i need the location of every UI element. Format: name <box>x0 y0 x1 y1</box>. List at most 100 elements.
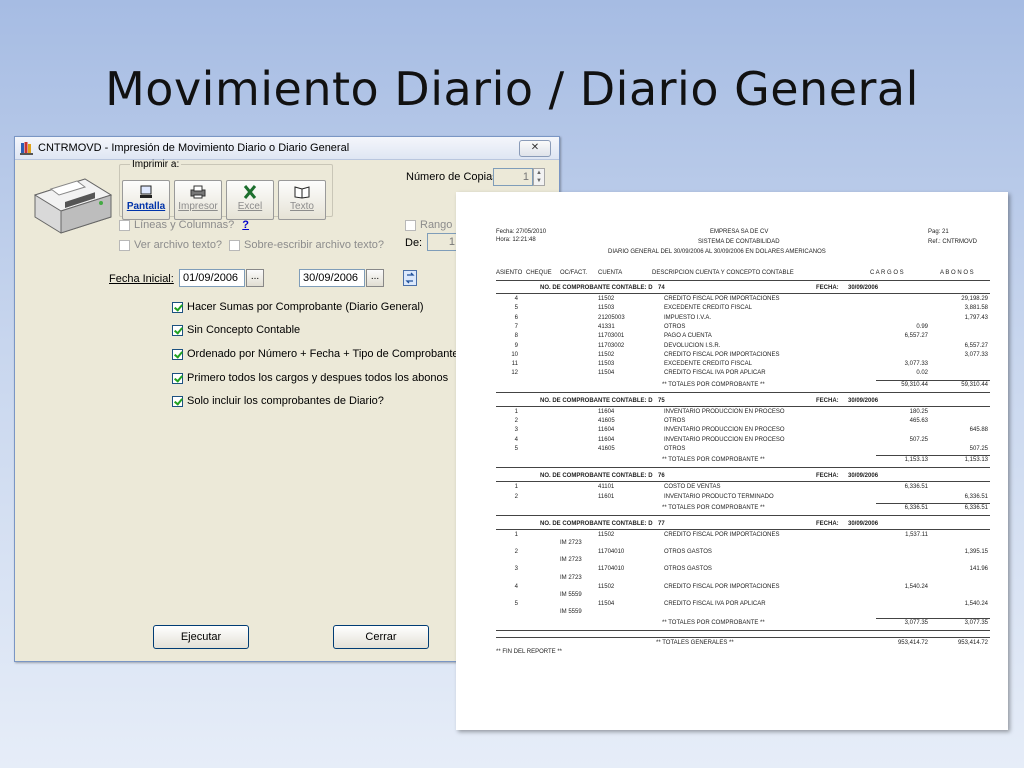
fecha-final-input[interactable]: 30/09/2006 <box>299 269 365 287</box>
ordenado-checkbox[interactable]: Ordenado por Número + Fecha + Tipo de Co… <box>172 348 459 360</box>
print-to-legend: Imprimir a: <box>132 159 180 170</box>
section-end-rule <box>496 514 990 516</box>
table-row-descripcion: CREDITO FISCAL POR IMPORTACIONES <box>664 531 780 538</box>
table-row-asiento: 7 <box>514 323 518 330</box>
col-oc-fact: OC/FACT. <box>560 270 588 276</box>
table-row-cuenta: 11504 <box>598 601 615 607</box>
sin-concepto-checkbox[interactable]: Sin Concepto Contable <box>172 324 300 336</box>
report-title: DIARIO GENERAL DEL 30/09/2006 AL 30/09/2… <box>608 249 826 255</box>
rango-box <box>405 219 416 231</box>
hacer-sumas-box <box>172 301 183 313</box>
table-row-cuenta: 11601 <box>598 493 615 500</box>
table-row-asiento: 2 <box>514 418 518 424</box>
excel-button[interactable]: Excel <box>226 180 274 220</box>
table-row-descripcion: PAGO A CUENTA <box>664 333 712 340</box>
close-button[interactable]: ✕ <box>519 140 551 157</box>
fecha-final-picker-button[interactable]: ... <box>366 269 384 287</box>
table-row-asiento: 6 <box>514 314 518 321</box>
table-row-cuenta: 11704010 <box>598 549 625 556</box>
col-cuenta: CUENTA <box>598 270 623 276</box>
ver-archivo-checkbox[interactable]: Ver archivo texto? <box>119 239 222 251</box>
section-rule <box>496 528 990 530</box>
spin-down-icon: ▼ <box>536 178 542 184</box>
printer-icon <box>190 185 206 199</box>
table-row-cuenta: 11703002 <box>598 342 625 349</box>
total-cargo: 59,310.44 <box>901 381 928 388</box>
table-row-asiento: 5 <box>514 445 518 452</box>
col-cheque: CHEQUE <box>526 270 552 276</box>
ver-archivo-label: Ver archivo texto? <box>134 239 223 251</box>
copies-label: Número de Copias: <box>406 171 501 183</box>
total-abono: 1,153.13 <box>964 457 988 464</box>
comprobante-fecha-label: FECHA: <box>816 285 839 291</box>
pantalla-label: Pantalla <box>126 201 166 212</box>
table-row-cuenta: 11604 <box>598 436 615 443</box>
table-row-asiento: 4 <box>514 583 518 590</box>
sin-concepto-box <box>172 324 183 336</box>
sobre-escribir-checkbox[interactable]: Sobre-escribir archivo texto? <box>229 239 384 251</box>
fecha-inicial-picker-button[interactable]: ... <box>246 269 264 287</box>
solo-diario-checkbox[interactable]: Solo incluir los comprobantes de Diario? <box>172 395 384 407</box>
report-sistema: SISTEMA DE CONTABILIDAD <box>698 239 780 245</box>
cerrar-button[interactable]: Cerrar <box>333 625 429 649</box>
texto-button[interactable]: Texto <box>278 180 326 220</box>
fecha-inicial-label: Fecha Inicial: <box>109 273 174 285</box>
table-row-cuenta: 11604 <box>598 427 615 434</box>
lineas-columnas-checkbox[interactable]: Líneas y Columnas? ? <box>119 219 249 231</box>
fecha-inicial-input[interactable]: 01/09/2006 <box>179 269 245 287</box>
comprobante-label: NO. DE COMPROBANTE CONTABLE: D <box>540 520 653 527</box>
table-row-descripcion: DEVOLUCION I.S.R. <box>664 342 721 349</box>
table-row-cuenta: 41101 <box>598 484 615 491</box>
total-abono: 3,077.35 <box>964 620 988 627</box>
pantalla-button[interactable]: Pantalla <box>122 180 170 220</box>
section-end-rule <box>496 630 990 632</box>
lineas-columnas-label: Líneas y Columnas? <box>134 219 235 231</box>
impresor-label: Impresor <box>178 201 218 212</box>
table-row-descripcion: EXCEDENTE CREDITO FISCAL <box>664 305 752 312</box>
table-row-asiento: 10 <box>511 351 518 358</box>
ejecutar-button[interactable]: Ejecutar <box>153 625 249 649</box>
comprobante-label: NO. DE COMPROBANTE CONTABLE: D <box>540 473 653 480</box>
ordenado-label: Ordenado por Número + Fecha + Tipo de Co… <box>187 348 459 360</box>
table-row-descripcion: CREDITO FISCAL POR IMPORTACIONES <box>664 583 780 590</box>
table-row-cuenta: 11504 <box>598 370 615 377</box>
copies-input[interactable]: 1 <box>493 168 533 186</box>
primero-cargos-checkbox[interactable]: Primero todos los cargos y despues todos… <box>172 372 448 384</box>
totales-comprobante-label: ** TOTALES POR COMPROBANTE ** <box>662 381 765 388</box>
report-fecha: Fecha: 27/05/2010 <box>496 229 547 235</box>
totales-comprobante-label: ** TOTALES POR COMPROBANTE ** <box>662 504 765 511</box>
section-rule <box>496 405 990 407</box>
print-to-group: Imprimir a: Pantalla Impresor Excel Text… <box>119 159 333 220</box>
hacer-sumas-checkbox[interactable]: Hacer Sumas por Comprobante (Diario Gene… <box>172 301 424 313</box>
table-row-descripcion: INVENTARIO PRODUCCION EN PROCESO <box>664 408 785 415</box>
rango-checkbox[interactable]: Rango d <box>405 219 462 231</box>
refresh-icon[interactable] <box>403 270 417 286</box>
de-input[interactable]: 1 <box>427 233 459 251</box>
table-row-asiento: 5 <box>514 305 518 312</box>
sobre-escribir-label: Sobre-escribir archivo texto? <box>244 239 385 251</box>
table-row-cuenta: 41331 <box>598 323 615 330</box>
excel-icon <box>243 185 257 199</box>
help-link[interactable]: ? <box>242 219 249 231</box>
comprobante-fecha-label: FECHA: <box>816 397 839 404</box>
table-row-oc-fact: IM 2723 <box>560 574 582 581</box>
table-row-asiento: 1 <box>514 484 518 491</box>
report-ref: Ref.: CNTRMOVD <box>928 239 978 245</box>
table-row-asiento: 4 <box>514 296 518 302</box>
sin-concepto-label: Sin Concepto Contable <box>187 324 301 336</box>
totales-comprobante-label: ** TOTALES POR COMPROBANTE ** <box>662 457 765 464</box>
window-titlebar[interactable]: CNTRMOVD - Impresión de Movimiento Diari… <box>15 137 559 160</box>
table-row-asiento: 11 <box>511 361 518 368</box>
table-row-asiento: 8 <box>514 333 518 340</box>
section-end-rule <box>496 467 990 469</box>
screen-icon <box>140 185 152 198</box>
table-row-abono: 1,797.43 <box>964 314 988 321</box>
table-row-descripcion: CREDITO FISCAL POR IMPORTACIONES <box>664 296 780 302</box>
impresor-button[interactable]: Impresor <box>174 180 222 220</box>
copies-spinner[interactable]: ▲ ▼ <box>533 168 545 186</box>
table-row-descripcion: EXCEDENTE CREDITO FISCAL <box>664 361 752 368</box>
table-row-cargo: 0.02 <box>916 370 928 377</box>
table-row-oc-fact: IM 5559 <box>560 592 582 598</box>
sobre-escribir-box <box>229 239 240 251</box>
report-pag: Pag: 21 <box>928 229 949 235</box>
